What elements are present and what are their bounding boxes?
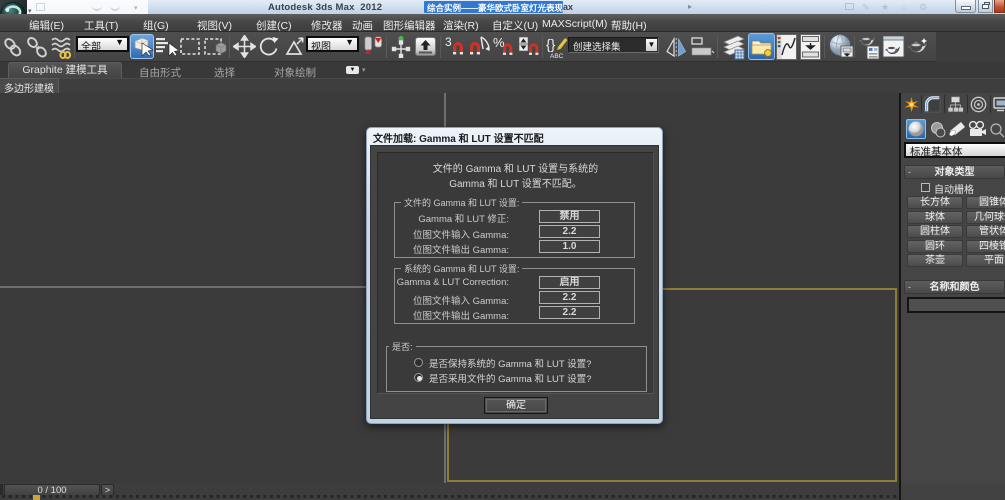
svg-text:3: 3	[445, 35, 452, 49]
svg-text:{}: {}	[546, 36, 556, 52]
svg-text:ABC: ABC	[550, 53, 564, 60]
